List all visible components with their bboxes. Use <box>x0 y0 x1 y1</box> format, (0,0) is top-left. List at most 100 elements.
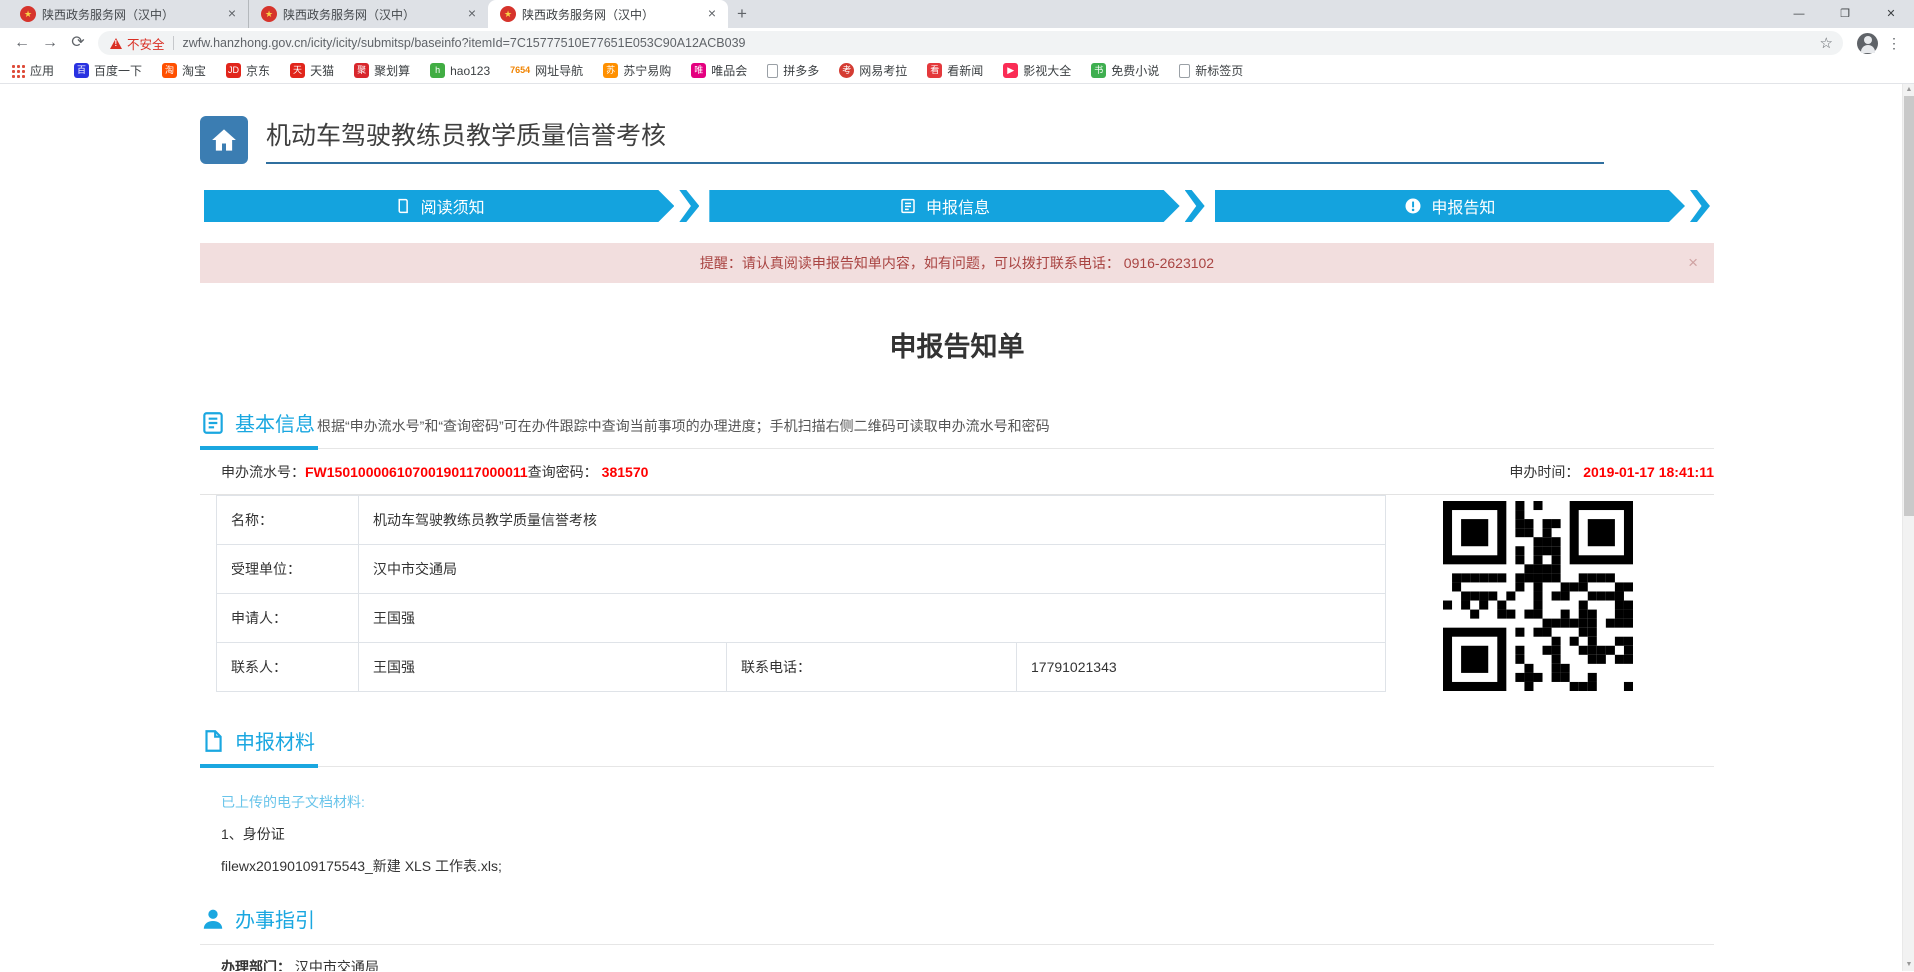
bookmark-item[interactable]: h hao123 <box>430 63 490 78</box>
bookmark-item[interactable]: 7654 网址导航 <box>510 62 583 79</box>
bookmark-favicon: ▶ <box>1003 63 1018 78</box>
bookmark-label: 网址导航 <box>535 62 583 79</box>
browser-tab[interactable]: ★ 陕西政务服务网（汉中） × <box>488 0 728 28</box>
page-title: 机动车驾驶教练员教学质量信誉考核 <box>266 122 666 150</box>
bookmark-item[interactable]: 天 天猫 <box>290 62 334 79</box>
bookmark-item[interactable]: ▶ 影视大全 <box>1003 62 1071 79</box>
step-declare-info[interactable]: 申报信息 <box>709 190 1204 222</box>
profile-avatar[interactable] <box>1857 33 1878 54</box>
material-item: filewx20190109175543_新建 XLS 工作表.xls; <box>221 856 1714 876</box>
guide-value: 汉中市交通局 <box>295 959 379 971</box>
bookmark-item[interactable]: 新标签页 <box>1179 62 1243 79</box>
back-icon[interactable]: ← <box>8 29 36 57</box>
bookmarks-list: 应用 百 百度一下 淘 淘宝 JD 京东 天 天猫 聚 聚划算 h hao123… <box>10 62 1263 79</box>
bookmark-label: 看新闻 <box>947 62 983 79</box>
bookmark-item[interactable]: 拼多多 <box>767 62 819 79</box>
chevron-right-icon <box>1690 190 1710 222</box>
scroll-up-icon[interactable]: ▲ <box>1903 84 1914 96</box>
bookmark-label: 聚划算 <box>374 62 410 79</box>
book-icon <box>394 197 412 215</box>
basic-info-body: 名称： 机动车驾驶教练员教学质量信誉考核 受理单位： 汉中市交通局 申请人： 王… <box>200 495 1714 692</box>
table-cell: 申请人： <box>217 594 359 643</box>
tab-close-icon[interactable]: × <box>704 6 720 22</box>
form-icon <box>899 197 917 215</box>
materials-list: 1、身份证 filewx20190109175543_新建 XLS 工作表.xls… <box>200 824 1714 876</box>
guide-section-header: 办事指引 <box>200 904 1714 945</box>
step-read-notice[interactable]: 阅读须知 <box>204 190 699 222</box>
bookmark-label: 苏宁易购 <box>623 62 671 79</box>
step-label: 申报信息 <box>926 194 990 218</box>
bookmark-item[interactable]: 考 网易考拉 <box>839 62 907 79</box>
security-warning-label[interactable]: 不安全 <box>127 34 165 53</box>
serial-label: 申办流水号： <box>221 462 305 482</box>
bookmark-favicon <box>10 63 25 78</box>
tab-title: 陕西政务服务网（汉中） <box>283 6 458 23</box>
browser-tab[interactable]: ★ 陕西政务服务网（汉中） × <box>8 0 248 28</box>
alert-close-icon[interactable]: × <box>1688 243 1698 283</box>
bookmark-favicon: 聚 <box>354 63 369 78</box>
bookmark-item[interactable]: 苏 苏宁易购 <box>603 62 671 79</box>
security-warning-icon[interactable] <box>110 38 122 49</box>
password-label: 查询密码： <box>528 462 598 482</box>
bookmark-label: 网易考拉 <box>859 62 907 79</box>
tab-title: 陕西政务服务网（汉中） <box>522 6 698 23</box>
bookmark-item[interactable]: 书 免费小说 <box>1091 62 1159 79</box>
bookmark-item[interactable]: 百 百度一下 <box>74 62 142 79</box>
minimize-button[interactable]: — <box>1776 0 1822 28</box>
home-icon[interactable] <box>200 116 248 164</box>
close-button[interactable]: ✕ <box>1868 0 1914 28</box>
table-row: 受理单位： 汉中市交通局 <box>217 545 1386 594</box>
list-icon <box>200 410 226 436</box>
table-cell: 17791021343 <box>1017 643 1386 692</box>
bookmark-item[interactable]: JD 京东 <box>226 62 270 79</box>
reload-icon[interactable]: ⟳ <box>64 29 92 57</box>
tab-favicon: ★ <box>20 6 36 22</box>
document-icon <box>200 728 226 754</box>
active-underline <box>200 764 318 768</box>
browser-tab[interactable]: ★ 陕西政务服务网（汉中） × <box>248 0 488 28</box>
active-underline <box>200 446 318 450</box>
tab-close-icon[interactable]: × <box>224 6 240 22</box>
bookmark-label: 唯品会 <box>711 62 747 79</box>
bookmark-favicon: 苏 <box>603 63 618 78</box>
menu-dots-icon[interactable]: ⋮ <box>1882 29 1906 57</box>
bookmark-star-icon[interactable]: ☆ <box>1820 34 1833 52</box>
bookmarks-bar: 应用 百 百度一下 淘 淘宝 JD 京东 天 天猫 聚 聚划算 h hao123… <box>0 58 1914 84</box>
scrollbar-thumb[interactable] <box>1904 96 1914 516</box>
page-header: 机动车驾驶教练员教学质量信誉考核 <box>200 116 1714 164</box>
bookmark-item[interactable]: 唯 唯品会 <box>691 62 747 79</box>
title-underline: 机动车驾驶教练员教学质量信誉考核 <box>266 116 1604 164</box>
bookmark-favicon: 天 <box>290 63 305 78</box>
password-value: 381570 <box>602 464 649 480</box>
bookmark-label: 京东 <box>246 62 270 79</box>
bookmark-favicon: 看 <box>927 63 942 78</box>
chevron-right-icon <box>679 190 699 222</box>
maximize-button[interactable]: ❐ <box>1822 0 1868 28</box>
url-input[interactable]: 不安全 zwfw.hanzhong.gov.cn/icity/icity/sub… <box>98 31 1843 55</box>
bookmark-favicon: 淘 <box>162 63 177 78</box>
bookmark-favicon: 百 <box>74 63 89 78</box>
new-tab-button[interactable]: + <box>728 0 756 28</box>
bookmark-favicon: 唯 <box>691 63 706 78</box>
scrollbar[interactable]: ▲ ▼ <box>1902 84 1914 971</box>
section-title: 申报材料 <box>235 726 315 755</box>
scroll-down-icon[interactable]: ▼ <box>1903 959 1914 971</box>
guide-label: 办理部门： <box>221 959 291 971</box>
bookmark-label: 淘宝 <box>182 62 206 79</box>
bookmark-item[interactable]: 聚 聚划算 <box>354 62 410 79</box>
bookmark-label: hao123 <box>450 64 490 78</box>
apply-time-value: 2019-01-17 18:41:11 <box>1583 464 1714 480</box>
step-declare-notice[interactable]: 申报告知 <box>1215 190 1710 222</box>
forward-icon[interactable]: → <box>36 29 64 57</box>
table-row: 联系人： 王国强 联系电话： 17791021343 <box>217 643 1386 692</box>
page-content: ▲ ▼ 机动车驾驶教练员教学质量信誉考核 <box>0 84 1914 971</box>
bookmark-item[interactable]: 淘 淘宝 <box>162 62 206 79</box>
chevron-right-icon <box>1185 190 1205 222</box>
tab-close-icon[interactable]: × <box>464 6 480 22</box>
bookmark-item[interactable]: 应用 <box>10 62 54 79</box>
material-item: 1、身份证 <box>221 824 1714 844</box>
url-text[interactable]: zwfw.hanzhong.gov.cn/icity/icity/submits… <box>183 36 1812 50</box>
section-description: 根据“申办流水号”和“查询密码”可在办件跟踪中查询当前事项的办理进度；手机扫描右… <box>317 416 1050 436</box>
bookmark-item[interactable]: 看 看新闻 <box>927 62 983 79</box>
serial-value: FW15010000610700190117000011 <box>305 464 528 480</box>
